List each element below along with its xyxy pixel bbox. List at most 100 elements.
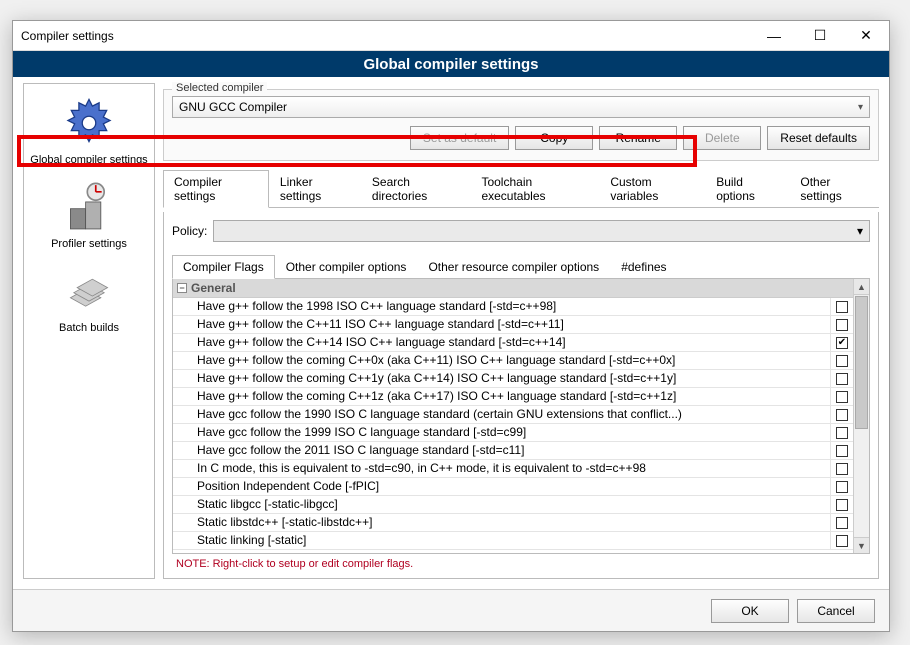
scroll-up-icon[interactable]: ▲ (854, 279, 869, 295)
flag-checkbox-cell[interactable] (831, 478, 853, 495)
titlebar: Compiler settings — ☐ ✕ (13, 21, 889, 51)
checkbox-icon[interactable] (836, 301, 848, 313)
flag-label: Position Independent Code [-fPIC] (173, 478, 831, 495)
chevron-down-icon: ▾ (857, 224, 863, 238)
flag-checkbox-cell[interactable] (831, 298, 853, 315)
checkbox-icon[interactable] (836, 481, 848, 493)
checkbox-icon[interactable] (836, 517, 848, 529)
compiler-settings-dialog: Compiler settings — ☐ ✕ Global compiler … (12, 20, 890, 632)
scroll-down-icon[interactable]: ▼ (854, 537, 869, 553)
flag-category-label: General (191, 281, 236, 295)
flag-row[interactable]: Have g++ follow the coming C++0x (aka C+… (173, 352, 853, 370)
checkbox-icon[interactable] (836, 373, 848, 385)
tab-search-directories[interactable]: Search directories (361, 170, 471, 208)
tab-build-options[interactable]: Build options (705, 170, 789, 208)
policy-row: Policy: ▾ (172, 220, 870, 242)
checkbox-icon[interactable]: ✔ (836, 337, 848, 349)
sidebar: Global compiler settings Profiler settin… (23, 83, 155, 579)
delete-button[interactable]: Delete (683, 126, 761, 150)
collapse-icon[interactable]: − (177, 283, 187, 293)
flag-checkbox-cell[interactable] (831, 388, 853, 405)
profiler-icon (62, 180, 116, 234)
set-default-button[interactable]: Set as default (410, 126, 509, 150)
checkbox-icon[interactable] (836, 535, 848, 547)
checkbox-icon[interactable] (836, 499, 848, 511)
flag-row[interactable]: Have gcc follow the 1999 ISO C language … (173, 424, 853, 442)
sidebar-item-profiler[interactable]: Profiler settings (24, 176, 154, 260)
checkbox-icon[interactable] (836, 355, 848, 367)
tab-other-compiler-options[interactable]: Other compiler options (275, 255, 418, 279)
compiler-select[interactable]: GNU GCC Compiler ▾ (172, 96, 870, 118)
checkbox-icon[interactable] (836, 427, 848, 439)
flag-checkbox-cell[interactable] (831, 532, 853, 549)
flag-checkbox-cell[interactable] (831, 514, 853, 531)
flag-checkbox-cell[interactable] (831, 406, 853, 423)
main-tab-body: Policy: ▾ Compiler Flags Other compiler … (163, 212, 879, 579)
copy-button[interactable]: Copy (515, 126, 593, 150)
flag-row[interactable]: Static libgcc [-static-libgcc] (173, 496, 853, 514)
sidebar-item-label: Global compiler settings (26, 154, 152, 166)
scroll-thumb[interactable] (855, 296, 868, 429)
close-icon: ✕ (860, 27, 872, 44)
window-title: Compiler settings (13, 29, 114, 43)
checkbox-icon[interactable] (836, 319, 848, 331)
flag-checkbox-cell[interactable] (831, 496, 853, 513)
flag-category-header[interactable]: − General (173, 279, 853, 298)
banner-title: Global compiler settings (13, 51, 889, 77)
ok-button[interactable]: OK (711, 599, 789, 623)
tab-toolchain[interactable]: Toolchain executables (470, 170, 599, 208)
sidebar-item-label: Profiler settings (26, 238, 152, 250)
chevron-down-icon: ▾ (858, 102, 863, 113)
selected-compiler-group: Selected compiler GNU GCC Compiler ▾ Set… (163, 89, 879, 161)
flag-checkbox-cell[interactable] (831, 424, 853, 441)
flag-row[interactable]: Static linking [-static] (173, 532, 853, 550)
sidebar-item-label: Batch builds (26, 322, 152, 334)
flag-row[interactable]: Have g++ follow the C++11 ISO C++ langua… (173, 316, 853, 334)
reset-defaults-button[interactable]: Reset defaults (767, 126, 870, 150)
flag-checkbox-cell[interactable] (831, 352, 853, 369)
flag-row[interactable]: Have gcc follow the 2011 ISO C language … (173, 442, 853, 460)
minimize-button[interactable]: — (751, 21, 797, 51)
flag-row[interactable]: Have gcc follow the 1990 ISO C language … (173, 406, 853, 424)
scroll-track[interactable] (854, 295, 869, 537)
right-panel: Selected compiler GNU GCC Compiler ▾ Set… (163, 83, 879, 579)
flag-row[interactable]: Position Independent Code [-fPIC] (173, 478, 853, 496)
flag-checkbox-cell[interactable] (831, 370, 853, 387)
tab-other-settings[interactable]: Other settings (789, 170, 879, 208)
compiler-select-value: GNU GCC Compiler (179, 100, 287, 114)
flag-label: Have g++ follow the coming C++1y (aka C+… (173, 370, 831, 387)
vertical-scrollbar[interactable]: ▲ ▼ (853, 279, 869, 553)
policy-select[interactable]: ▾ (213, 220, 870, 242)
flag-label: Have g++ follow the C++14 ISO C++ langua… (173, 334, 831, 351)
checkbox-icon[interactable] (836, 391, 848, 403)
tab-compiler-flags[interactable]: Compiler Flags (172, 255, 275, 279)
close-button[interactable]: ✕ (843, 21, 889, 51)
flag-row[interactable]: Have g++ follow the coming C++1y (aka C+… (173, 370, 853, 388)
tab-linker-settings[interactable]: Linker settings (269, 170, 361, 208)
flag-row[interactable]: Have g++ follow the coming C++1z (aka C+… (173, 388, 853, 406)
tab-custom-variables[interactable]: Custom variables (599, 170, 705, 208)
flag-row[interactable]: In C mode, this is equivalent to -std=c9… (173, 460, 853, 478)
maximize-button[interactable]: ☐ (797, 21, 843, 51)
sidebar-item-batch[interactable]: Batch builds (24, 260, 154, 344)
tab-other-resource-options[interactable]: Other resource compiler options (417, 255, 610, 279)
flag-row[interactable]: Have g++ follow the 1998 ISO C++ languag… (173, 298, 853, 316)
checkbox-icon[interactable] (836, 409, 848, 421)
tab-defines[interactable]: #defines (610, 255, 677, 279)
sidebar-item-global-compiler[interactable]: Global compiler settings (24, 92, 154, 176)
tab-compiler-settings[interactable]: Compiler settings (163, 170, 269, 208)
rename-button[interactable]: Rename (599, 126, 677, 150)
checkbox-icon[interactable] (836, 463, 848, 475)
checkbox-icon[interactable] (836, 445, 848, 457)
flag-label: Static linking [-static] (173, 532, 831, 549)
flag-checkbox-cell[interactable] (831, 460, 853, 477)
flag-label: Static libstdc++ [-static-libstdc++] (173, 514, 831, 531)
cancel-button[interactable]: Cancel (797, 599, 875, 623)
flag-checkbox-cell[interactable]: ✔ (831, 334, 853, 351)
flags-note: NOTE: Right-click to setup or edit compi… (172, 554, 870, 570)
flag-row[interactable]: Have g++ follow the C++14 ISO C++ langua… (173, 334, 853, 352)
flag-row[interactable]: Static libstdc++ [-static-libstdc++] (173, 514, 853, 532)
flag-checkbox-cell[interactable] (831, 442, 853, 459)
flag-list[interactable]: − General Have g++ follow the 1998 ISO C… (173, 279, 853, 553)
flag-checkbox-cell[interactable] (831, 316, 853, 333)
